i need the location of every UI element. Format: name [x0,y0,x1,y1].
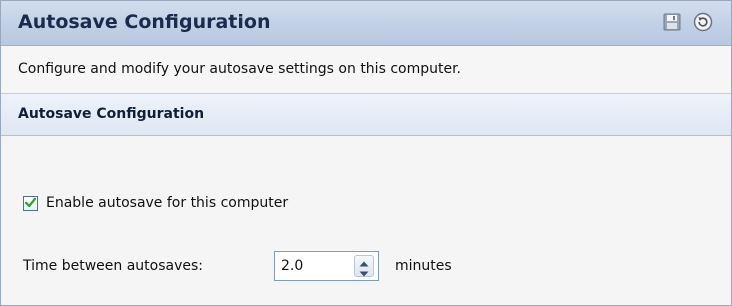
enable-autosave-checkbox[interactable] [23,194,38,213]
stepper-buttons [354,255,374,277]
reset-button[interactable] [692,12,714,36]
save-disk-icon [663,13,681,35]
section-header: Autosave Configuration [1,94,731,136]
interval-units-label: minutes [395,258,452,274]
enable-autosave-row[interactable]: Enable autosave for this computer [23,194,288,212]
panel-title: Autosave Configuration [18,11,271,33]
stepper-down-button[interactable] [355,266,373,276]
interval-label: Time between autosaves: [23,258,203,274]
description-text: Configure and modify your autosave setti… [18,61,461,77]
interval-stepper[interactable] [274,251,379,281]
reset-icon [693,12,713,36]
section-title: Autosave Configuration [18,106,205,122]
settings-content: Enable autosave for this computer Time b… [1,136,731,305]
save-button[interactable] [661,13,683,35]
enable-autosave-label[interactable]: Enable autosave for this computer [46,195,288,211]
interval-input[interactable] [275,252,353,280]
panel-description: Configure and modify your autosave setti… [1,46,731,94]
autosave-config-panel: Autosave Configuration Configure and mod… [0,0,732,306]
checkmark-icon [24,194,37,213]
panel-title-bar: Autosave Configuration [1,1,731,46]
chevron-down-icon [359,262,369,281]
